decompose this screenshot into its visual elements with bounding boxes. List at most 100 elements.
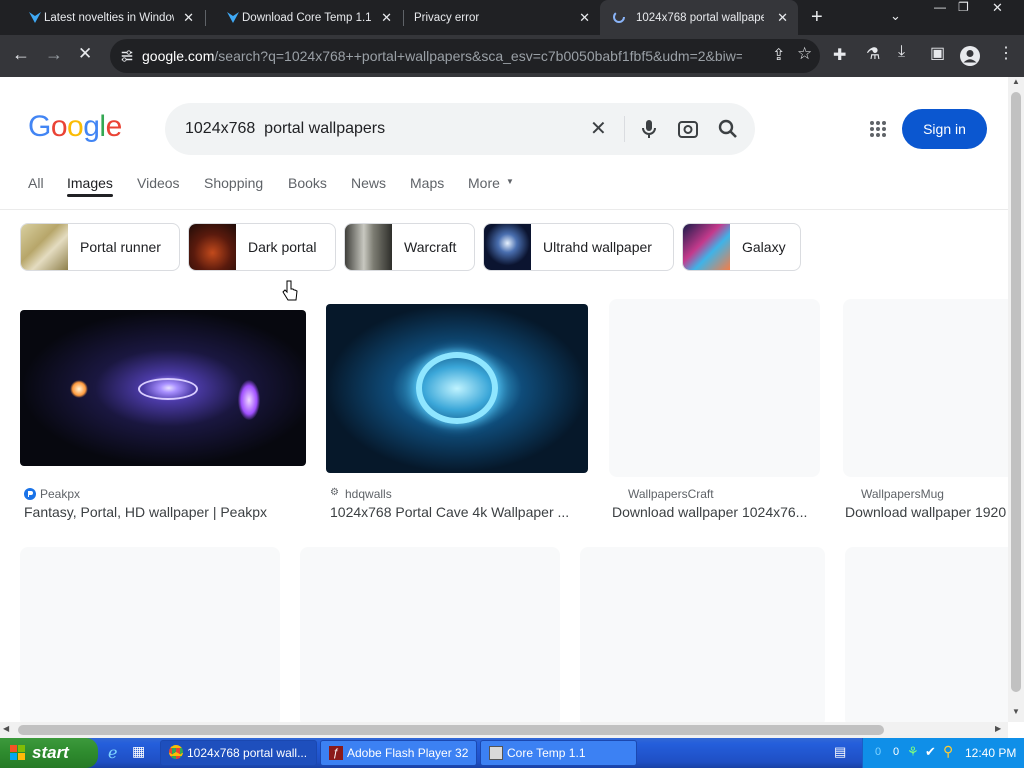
tab-more[interactable]: More [468, 175, 500, 191]
result-source[interactable]: WallpapersMug [861, 487, 944, 501]
share-icon[interactable]: ⇪ [772, 45, 785, 65]
tab-windows-novelties[interactable]: Latest novelties in Windows ✕ [8, 0, 204, 35]
result-source[interactable]: WallpapersCraft [628, 487, 714, 501]
result-image-placeholder[interactable] [580, 547, 825, 722]
taskbar-toolbar-icon[interactable]: ▤ [834, 744, 846, 760]
chrome-app-icon [169, 745, 183, 759]
extensions-puzzle-icon[interactable]: ✚ [833, 45, 846, 65]
tray-cpu-temp-1[interactable]: 0 [893, 746, 899, 758]
taskbar-clock[interactable]: 12:40 PM [965, 746, 1016, 760]
tab-shopping[interactable]: Shopping [204, 175, 263, 191]
result-image-placeholder[interactable] [843, 299, 1008, 477]
tab-google-images[interactable]: 1024x768 portal wallpaper ✕ [600, 0, 798, 35]
result-image-placeholder[interactable] [609, 299, 820, 477]
tab-privacy-error[interactable]: Privacy error ✕ [404, 0, 600, 35]
lens-search-icon[interactable] [676, 117, 700, 141]
labs-flask-icon[interactable]: ⚗ [866, 44, 880, 64]
result-image-2[interactable] [326, 304, 588, 473]
show-desktop-icon[interactable]: ▦ [132, 743, 145, 760]
portal-orb-left [70, 380, 88, 398]
result-caption[interactable]: 1024x768 Portal Cave 4k Wallpaper ... [330, 504, 580, 520]
result-image-1[interactable] [20, 310, 306, 466]
tray-security-icon[interactable]: ✔ [925, 744, 936, 760]
result-caption[interactable]: Fantasy, Portal, HD wallpaper | Peakpx [24, 504, 304, 520]
tab-maps[interactable]: Maps [410, 175, 444, 191]
ie-quicklaunch-icon[interactable]: ℯ [108, 743, 117, 763]
scroll-down-icon[interactable]: ▼ [1012, 707, 1020, 716]
google-apps-icon[interactable] [869, 120, 887, 138]
site-info-icon[interactable] [120, 49, 134, 63]
tray-network-icon[interactable]: ⚘ [907, 744, 919, 760]
downloads-icon[interactable]: ⤓ [898, 43, 905, 61]
scroll-left-icon[interactable]: ◀ [3, 724, 9, 733]
result-source[interactable]: Peakpx [40, 487, 80, 501]
google-logo[interactable]: Google [28, 110, 122, 144]
close-tab-icon[interactable]: ✕ [381, 10, 392, 26]
start-button[interactable]: start [0, 738, 98, 768]
result-source[interactable]: hdqwalls [345, 487, 392, 501]
tray-search-icon[interactable]: ⚲ [943, 743, 953, 760]
windows-logo-icon [10, 745, 25, 760]
chip-ultrahd-wallpaper[interactable]: Ultrahd wallpaper [483, 223, 674, 271]
vertical-scroll-thumb[interactable] [1011, 92, 1021, 692]
tab-videos[interactable]: Videos [137, 175, 180, 191]
back-arrow-icon[interactable]: ← [12, 44, 30, 65]
chip-thumbnail [683, 224, 730, 270]
hand-cursor-icon [282, 280, 298, 301]
result-image-placeholder[interactable] [845, 547, 1008, 722]
taskbar-core-temp-window[interactable]: Core Temp 1.1 [480, 740, 637, 766]
search-box[interactable]: 1024x768 portal wallpapers ✕ [165, 103, 755, 155]
result-image-placeholder[interactable] [300, 547, 560, 722]
tab-core-temp[interactable]: Download Core Temp 1.1 f ✕ [206, 0, 402, 35]
header-divider [0, 209, 1008, 210]
chip-dark-portal[interactable]: Dark portal [188, 223, 336, 271]
chip-thumbnail [484, 224, 531, 270]
window-close-icon[interactable]: ✕ [992, 0, 1003, 16]
chip-thumbnail [345, 224, 392, 270]
restore-icon[interactable]: ❐ [958, 0, 969, 14]
url-text: google.com/search?q=1024x768++portal+wal… [142, 48, 742, 64]
result-caption[interactable]: Download wallpaper 1920 [845, 504, 1008, 520]
chip-portal-runner[interactable]: Portal runner [20, 223, 180, 271]
search-input[interactable]: 1024x768 portal wallpapers [185, 120, 385, 138]
clear-search-icon[interactable]: ✕ [590, 116, 607, 141]
tab-books[interactable]: Books [288, 175, 327, 191]
search-icon[interactable] [716, 117, 740, 141]
portal-orb-right [238, 380, 260, 420]
flash-app-icon: ƒ [329, 746, 343, 760]
result-caption[interactable]: Download wallpaper 1024x76... [612, 504, 817, 520]
tab-search-chevron-icon[interactable]: ⌄ [890, 8, 901, 24]
tab-strip: Latest novelties in Windows ✕ Download C… [0, 0, 1024, 35]
tab-all[interactable]: All [28, 175, 44, 191]
close-tab-icon[interactable]: ✕ [183, 10, 194, 26]
new-tab-icon[interactable]: + [811, 6, 823, 29]
vertical-scrollbar[interactable]: ▲ ▼ [1008, 77, 1024, 722]
profile-avatar-icon[interactable] [960, 46, 980, 66]
close-tab-icon[interactable]: ✕ [579, 10, 590, 26]
taskbar-flash-player-window[interactable]: ƒ Adobe Flash Player 32 [320, 740, 477, 766]
stop-loading-icon[interactable]: ✕ [78, 44, 92, 64]
bookmark-star-icon[interactable]: ☆ [797, 44, 812, 64]
result-image-placeholder[interactable] [20, 547, 280, 722]
side-panel-icon[interactable]: ▣ [930, 43, 945, 63]
chip-galaxy[interactable]: Galaxy [682, 223, 801, 271]
tab-images[interactable]: Images [67, 175, 113, 191]
taskbar-chrome-window[interactable]: 1024x768 portal wall... [160, 740, 317, 766]
hdqwalls-favicon-icon: ⚙ [330, 487, 339, 498]
tab-news[interactable]: News [351, 175, 386, 191]
tray-cpu-temp-0[interactable]: 0 [875, 746, 881, 758]
scroll-right-icon[interactable]: ▶ [995, 724, 1001, 733]
more-dropdown-icon[interactable]: ▼ [506, 177, 514, 186]
chip-warcraft[interactable]: Warcraft [344, 223, 475, 271]
minimize-icon[interactable]: — [934, 0, 946, 14]
address-bar[interactable]: google.com/search?q=1024x768++portal+wal… [110, 39, 820, 73]
horizontal-scroll-thumb[interactable] [18, 725, 884, 735]
browser-menu-icon[interactable]: ⋮ [998, 43, 1014, 63]
horizontal-scrollbar[interactable]: ◀ ▶ [0, 722, 1008, 738]
close-tab-icon[interactable]: ✕ [777, 10, 788, 26]
scroll-up-icon[interactable]: ▲ [1012, 77, 1020, 86]
sign-in-button[interactable]: Sign in [902, 109, 987, 149]
forward-arrow-icon[interactable]: → [45, 44, 63, 65]
chip-thumbnail [189, 224, 236, 270]
voice-search-icon[interactable] [637, 117, 661, 141]
